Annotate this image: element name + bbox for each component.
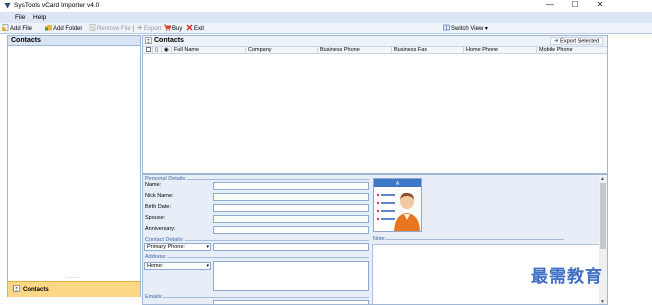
chevron-down-icon: ▾ [206, 263, 209, 269]
export-icon [137, 25, 143, 30]
menu-help[interactable]: Help [30, 13, 49, 22]
birth-date-label: Birth Date: [145, 204, 171, 210]
emails-field[interactable] [213, 300, 369, 304]
switch-view-button[interactable]: Switch View ▾ [443, 24, 488, 33]
toolbar: Add File Add Folder Remove File Export B… [0, 23, 652, 34]
app-logo-icon [4, 3, 11, 9]
chevron-down-icon: ▾ [206, 244, 209, 250]
remove-file-button[interactable]: Remove File [89, 24, 131, 33]
switch-view-label: Switch View [451, 26, 484, 32]
contact-card-avatar: A [373, 178, 422, 232]
export-selected-button[interactable]: Export Selected [549, 37, 603, 45]
name-field[interactable] [213, 182, 369, 190]
contacts-list-header: Contacts Export Selected [143, 36, 607, 46]
scroll-down-icon[interactable]: ▼ [600, 299, 605, 304]
exit-button[interactable]: Exit [186, 24, 204, 33]
contacts-list-title: Contacts [154, 37, 184, 44]
column-business-phone[interactable]: Business Phone [317, 47, 391, 54]
attachment-column-icon: ▯ [152, 47, 161, 54]
add-file-label: Add File [10, 26, 33, 32]
toolbar-separator [133, 25, 134, 32]
exit-label: Exit [194, 26, 205, 32]
contacts-list-pane: Contacts Export Selected ▯ ◉ Full Name C… [142, 35, 608, 174]
contacts-card-icon [145, 37, 152, 44]
export-selected-icon [554, 38, 558, 43]
column-mobile-phone[interactable]: Mobile Phone [536, 47, 607, 54]
remove-file-icon [89, 24, 96, 31]
anniversary-field[interactable] [213, 226, 369, 234]
phone-type-select[interactable]: Primary Phone: ▾ [144, 243, 211, 251]
section-divider [163, 297, 369, 298]
watermark: 最需教育 [531, 267, 603, 287]
scrollbar-thumb[interactable] [600, 183, 606, 249]
address-type-value: Home: [147, 263, 164, 269]
maximize-button[interactable]: ☐ [564, 0, 586, 11]
phone-field[interactable] [213, 243, 369, 251]
section-divider [185, 240, 369, 241]
export-button[interactable]: Export [136, 24, 161, 33]
phone-type-value: Primary Phone: [147, 244, 185, 250]
window-title: SysTools vCard Importer v4.0 [14, 2, 100, 9]
section-divider [386, 239, 564, 240]
scroll-up-icon[interactable]: ▲ [600, 176, 605, 182]
add-folder-icon [45, 25, 52, 31]
contacts-tree-pane: Contacts ······· Contacts [7, 35, 141, 297]
close-window-button[interactable]: ✕ [589, 0, 611, 11]
chevron-down-icon: ▾ [484, 26, 488, 32]
nick-name-field[interactable] [213, 193, 369, 201]
contacts-table-header: ▯ ◉ Full Name Company Business Phone Bus… [143, 46, 607, 54]
contacts-book-icon [12, 285, 20, 292]
add-file-icon [2, 24, 9, 31]
address-field[interactable] [213, 261, 369, 291]
title-bar: SysTools vCard Importer v4.0 — ☐ ✕ [0, 0, 652, 12]
buy-label: Buy [172, 26, 183, 32]
address-label: Address: [145, 254, 167, 260]
column-business-fax[interactable]: Business Fax [391, 47, 463, 54]
section-divider [168, 257, 369, 258]
remove-file-label: Remove File [97, 26, 131, 32]
export-label: Export [144, 26, 162, 32]
export-selected-label: Export Selected [560, 38, 599, 45]
add-folder-button[interactable]: Add Folder [45, 24, 82, 33]
anniversary-label: Anniversary: [145, 226, 176, 232]
address-type-select[interactable]: Home: ▾ [144, 262, 211, 270]
spouse-field[interactable] [213, 215, 369, 223]
nick-name-label: Nick Name: [145, 193, 174, 199]
birth-date-field[interactable] [213, 204, 369, 212]
switch-view-icon [443, 24, 450, 31]
add-file-button[interactable]: Add File [2, 24, 32, 33]
exit-icon [186, 24, 193, 31]
menu-bar: File Help [0, 12, 652, 23]
flag-column-icon: ◉ [161, 47, 171, 54]
name-label: Name: [145, 182, 162, 188]
contacts-tree-header: Contacts [8, 36, 140, 46]
note-label: Note: [373, 236, 387, 242]
select-all-checkbox[interactable] [144, 47, 152, 54]
contacts-nav-tab[interactable]: Contacts [8, 281, 140, 297]
column-full-name[interactable]: Full Name [171, 47, 245, 54]
add-folder-label: Add Folder [53, 26, 83, 32]
menu-file[interactable]: File [12, 13, 28, 22]
buy-button[interactable]: Buy [164, 24, 182, 33]
spouse-label: Spouse: [145, 215, 166, 221]
cart-icon [164, 24, 171, 31]
minimize-button[interactable]: — [539, 0, 561, 11]
section-divider [187, 179, 369, 180]
contacts-nav-label: Contacts [23, 287, 49, 293]
column-home-phone[interactable]: Home Phone [463, 47, 536, 54]
emails-label: Emails: [145, 294, 164, 300]
column-company[interactable]: Company [245, 47, 317, 54]
